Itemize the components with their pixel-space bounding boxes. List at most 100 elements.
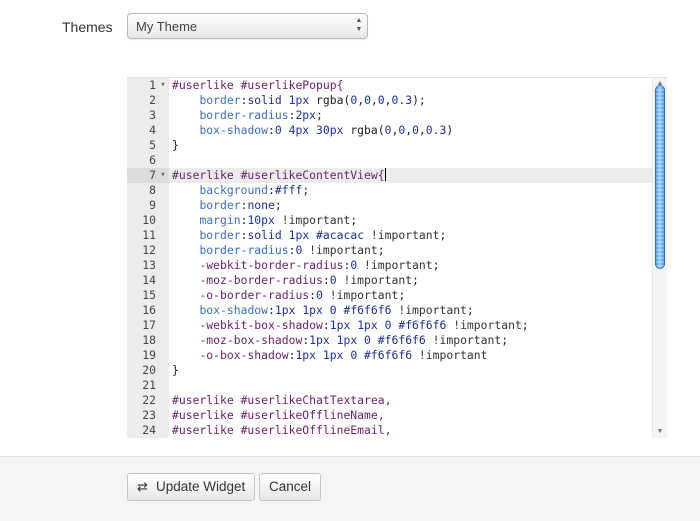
code-token: #userlike #userlikeOfflineName, xyxy=(172,408,385,422)
line-number: 11 xyxy=(142,228,156,242)
code-token: box-shadow xyxy=(199,303,269,317)
code-token: 4px xyxy=(288,123,310,137)
cancel-button[interactable]: Cancel xyxy=(259,473,321,501)
code-line[interactable]: 20} xyxy=(127,363,652,378)
text-cursor xyxy=(384,168,386,181)
code-token: 1px xyxy=(357,318,378,332)
code-token: solid xyxy=(247,228,282,242)
line-number: 4 xyxy=(149,123,156,137)
code-line[interactable]: 12 border-radius:0 !important; xyxy=(127,243,652,258)
code-token: none xyxy=(247,198,275,212)
code-line[interactable]: 19 -o-box-shadow:1px 1px 0 #f6f6f6 !impo… xyxy=(127,348,652,363)
code-line[interactable]: 5} xyxy=(127,138,652,153)
code-line[interactable]: 6 xyxy=(127,153,652,168)
code-token: 1px xyxy=(288,93,310,107)
code-area[interactable]: 1 ▾ #userlike #userlikePopup{2 border:soli… xyxy=(127,78,652,438)
line-number: 10 xyxy=(142,213,156,227)
code-text: box-shadow:0 4px 30px rgba(0,0,0,0.3) xyxy=(172,123,453,138)
line-number: 6 xyxy=(149,153,156,167)
code-line[interactable]: 7 ▾ #userlike #userlikeContentView{ xyxy=(127,168,652,183)
code-token: 1px xyxy=(336,333,358,347)
code-line[interactable]: 15 -o-border-radius:0 !important; xyxy=(127,288,652,303)
code-token: box-shadow xyxy=(199,123,269,137)
code-token: border xyxy=(199,93,241,107)
code-token: 2px xyxy=(295,108,317,122)
code-token: #f6f6f6 xyxy=(343,303,392,317)
fold-toggle-icon[interactable]: ▾ xyxy=(158,78,168,93)
code-text: -webkit-border-radius:0 !important; xyxy=(172,258,439,273)
code-line[interactable]: 16 box-shadow:1px 1px 0 #f6f6f6 !importa… xyxy=(127,303,652,318)
code-text: border:solid 1px #acacac !important; xyxy=(172,228,446,243)
code-token: rgba( xyxy=(343,123,385,137)
code-text: -o-box-shadow:1px 1px 0 #f6f6f6 !importa… xyxy=(172,348,488,363)
code-token: ; xyxy=(432,258,440,272)
code-text: margin:10px !important; xyxy=(172,213,357,228)
code-line[interactable]: 1 ▾ #userlike #userlikePopup{ xyxy=(127,78,652,93)
editor-scrollbar[interactable]: ▲ ▼ xyxy=(652,78,667,438)
code-token: #f6f6f6 xyxy=(364,348,413,362)
code-line[interactable]: 24 #userlike #userlikeOfflineEmail, xyxy=(127,423,652,438)
code-token: ; xyxy=(316,108,323,122)
theme-select[interactable]: My Theme ▲ ▼ xyxy=(127,13,368,39)
code-line[interactable]: 10 margin:10px !important; xyxy=(127,213,652,228)
code-line[interactable]: 14 -moz-border-radius:0 !important; xyxy=(127,273,652,288)
themes-label: Themes xyxy=(62,19,113,35)
code-line[interactable]: 8 background:#fff; xyxy=(127,183,652,198)
code-line[interactable]: 17 -webkit-box-shadow:1px 1px 0 #f6f6f6 … xyxy=(127,318,652,333)
code-token: , xyxy=(418,123,426,137)
code-token: , xyxy=(370,93,378,107)
code-line[interactable]: 11 border:solid 1px #acacac !important; xyxy=(127,228,652,243)
code-token: 0.3 xyxy=(425,123,447,137)
code-text: #userlike #userlikeContentView{ xyxy=(172,168,386,183)
line-number: 21 xyxy=(142,378,156,392)
line-number: 18 xyxy=(142,333,156,347)
code-line[interactable]: 3 border-radius:2px; xyxy=(127,108,652,123)
code-line[interactable]: 4 box-shadow:0 4px 30px rgba(0,0,0,0.3) xyxy=(127,123,652,138)
code-line[interactable]: 13 -webkit-border-radius:0 !important; xyxy=(127,258,652,273)
code-token: #f6f6f6 xyxy=(377,333,426,347)
code-token: 0 xyxy=(377,93,385,107)
code-token: border xyxy=(199,198,241,212)
update-widget-button[interactable]: ⇄ Update Widget xyxy=(127,473,255,501)
code-token: #fff xyxy=(274,183,303,197)
code-text: border:none; xyxy=(172,198,281,213)
code-line[interactable]: 9 border:none; xyxy=(127,198,652,213)
code-token: ; xyxy=(521,318,529,332)
update-widget-label: Update Widget xyxy=(156,479,246,494)
line-number: 19 xyxy=(142,348,156,362)
css-code-editor[interactable]: 1 ▾ #userlike #userlikePopup{2 border:soli… xyxy=(127,77,667,438)
code-line[interactable]: 18 -moz-box-shadow:1px 1px 0 #f6f6f6 !im… xyxy=(127,333,652,348)
code-line[interactable]: 21 xyxy=(127,378,652,393)
code-line[interactable]: 2 border:solid 1px rgba(0,0,0,0.3); xyxy=(127,93,652,108)
code-token: !important xyxy=(418,348,488,362)
code-token: #userlike #userlikePopup{ xyxy=(172,78,344,92)
line-number: 9 xyxy=(149,198,156,212)
code-text: border-radius:2px; xyxy=(172,108,323,123)
scroll-down-arrow-icon[interactable]: ▼ xyxy=(653,426,667,438)
code-text: border:solid 1px rgba(0,0,0,0.3); xyxy=(172,93,425,108)
code-token: !important xyxy=(453,318,522,332)
code-token: : xyxy=(322,318,330,332)
fold-toggle-icon[interactable]: ▾ xyxy=(158,168,168,183)
code-line[interactable]: 22 #userlike #userlikeChatTextarea, xyxy=(127,393,652,408)
code-token: #userlike #userlikeChatTextarea, xyxy=(172,393,392,407)
code-token: -webkit-border-radius xyxy=(199,258,344,272)
code-line[interactable]: 23 #userlike #userlikeOfflineName, xyxy=(127,408,652,423)
code-text: #userlike #userlikeOfflineEmail, xyxy=(172,423,391,438)
code-token: : xyxy=(309,288,317,302)
code-token: 0 xyxy=(316,288,323,302)
scrollbar-thumb[interactable] xyxy=(655,85,665,269)
code-token: } xyxy=(172,363,179,377)
code-text: } xyxy=(172,363,179,378)
